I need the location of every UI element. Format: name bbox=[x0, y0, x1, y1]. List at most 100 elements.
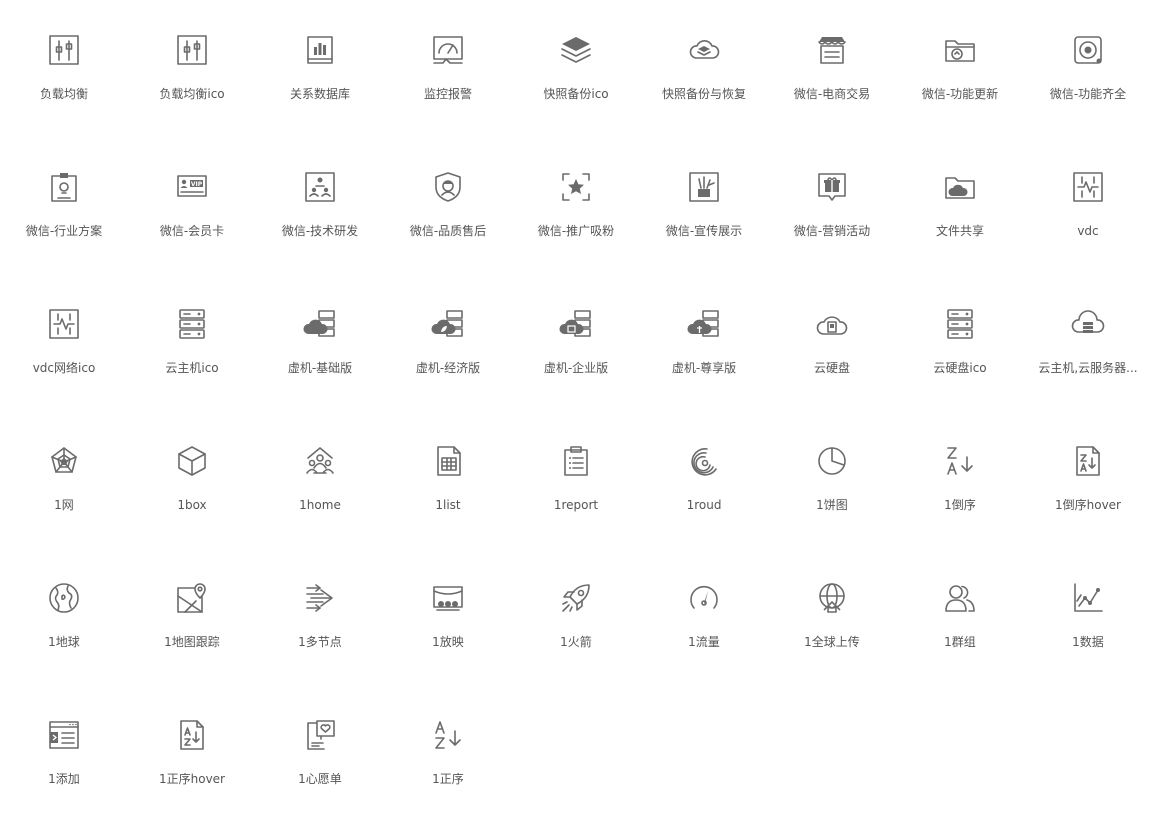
icon-tile[interactable]: 1添加 bbox=[0, 685, 128, 822]
icon-tile[interactable]: vdc bbox=[1024, 137, 1152, 274]
icon-tile[interactable]: 1地图跟踪 bbox=[128, 548, 256, 685]
icon-tile[interactable]: 1list bbox=[384, 411, 512, 548]
vip-card-icon: VIP bbox=[175, 170, 209, 204]
file-sort-za-icon bbox=[1071, 444, 1105, 478]
layers-icon bbox=[559, 33, 593, 67]
icon-tile[interactable]: 1home bbox=[256, 411, 384, 548]
cloud-chip-icon bbox=[815, 307, 849, 341]
icon-tile[interactable]: 1report bbox=[512, 411, 640, 548]
icon-label: 微信-电商交易 bbox=[793, 87, 871, 101]
icon-tile[interactable]: 负载均衡 bbox=[0, 0, 128, 137]
icon-label: 1home bbox=[299, 498, 341, 512]
icon-tile[interactable]: 微信-功能齐全 bbox=[1024, 0, 1152, 137]
sliders-icon bbox=[47, 33, 81, 67]
icon-label: 1添加 bbox=[48, 772, 80, 786]
icon-tile[interactable]: 1群组 bbox=[896, 548, 1024, 685]
icon-tile[interactable]: 文件共享 bbox=[896, 137, 1024, 274]
folder-cloud-icon bbox=[943, 170, 977, 204]
icon-label: 云硬盘ico bbox=[933, 361, 987, 375]
icon-tile[interactable]: 1倒序 bbox=[896, 411, 1024, 548]
database-book-icon bbox=[303, 33, 337, 67]
icon-label: 微信-技术研发 bbox=[281, 224, 359, 238]
map-pin-icon bbox=[175, 581, 209, 615]
icon-tile[interactable]: 微信-电商交易 bbox=[768, 0, 896, 137]
icon-tile[interactable]: 1地球 bbox=[0, 548, 128, 685]
radar-web-icon bbox=[47, 444, 81, 478]
icon-tile[interactable]: 监控报警 bbox=[384, 0, 512, 137]
icon-tile[interactable]: 1数据 bbox=[1024, 548, 1152, 685]
icon-label: 1倒序hover bbox=[1054, 498, 1121, 512]
icon-label: 1地图跟踪 bbox=[164, 635, 220, 649]
icon-tile[interactable]: 微信-功能更新 bbox=[896, 0, 1024, 137]
icon-label: 1正序hover bbox=[158, 772, 225, 786]
icon-tile[interactable]: VIP 微信-会员卡 bbox=[128, 137, 256, 274]
icon-tile[interactable]: 微信-品质售后 bbox=[384, 137, 512, 274]
icon-label: vdc网络ico bbox=[32, 361, 96, 375]
icon-label: 1多节点 bbox=[298, 635, 342, 649]
folder-sync-icon bbox=[943, 33, 977, 67]
icon-tile[interactable]: 虚机-经济版 bbox=[384, 274, 512, 411]
icon-tile[interactable]: 快照备份与恢复 bbox=[640, 0, 768, 137]
shield-user-icon bbox=[431, 170, 465, 204]
icon-label: 虚机-基础版 bbox=[287, 361, 353, 375]
gift-bubble-icon bbox=[815, 170, 849, 204]
icon-tile[interactable]: 云主机,云服务器... bbox=[1024, 274, 1152, 411]
focus-star-icon bbox=[559, 170, 593, 204]
icon-label: 微信-品质售后 bbox=[409, 224, 487, 238]
icon-label: 监控报警 bbox=[423, 87, 472, 101]
icon-label: 虚机-尊享版 bbox=[671, 361, 737, 375]
icon-label: 1report bbox=[553, 498, 599, 512]
icon-tile[interactable]: 微信-推广吸粉 bbox=[512, 137, 640, 274]
icon-tile[interactable]: 1饼图 bbox=[768, 411, 896, 548]
icon-label: vdc bbox=[1077, 224, 1099, 238]
icon-label: 1放映 bbox=[432, 635, 464, 649]
file-sort-az-icon bbox=[175, 718, 209, 752]
icon-tile[interactable]: 1正序hover bbox=[128, 685, 256, 822]
icon-tile[interactable]: 微信-营销活动 bbox=[768, 137, 896, 274]
icon-tile[interactable]: 云硬盘 bbox=[768, 274, 896, 411]
icon-label: 快照备份与恢复 bbox=[661, 87, 746, 101]
icon-tile[interactable]: 微信-行业方案 bbox=[0, 137, 128, 274]
icon-tile[interactable]: 1火箭 bbox=[512, 548, 640, 685]
icon-label: 云硬盘 bbox=[813, 361, 850, 375]
cloud-layers-icon bbox=[687, 33, 721, 67]
icon-label: 1list bbox=[435, 498, 461, 512]
icon-tile[interactable]: 1倒序hover bbox=[1024, 411, 1152, 548]
icon-tile[interactable]: 1网 bbox=[0, 411, 128, 548]
icon-tile[interactable]: 1心愿单 bbox=[256, 685, 384, 822]
icon-tile[interactable]: 1放映 bbox=[384, 548, 512, 685]
icon-tile[interactable]: 1多节点 bbox=[256, 548, 384, 685]
icon-tile[interactable]: 虚机-基础版 bbox=[256, 274, 384, 411]
icon-label: 1心愿单 bbox=[298, 772, 342, 786]
icon-tile[interactable]: 1box bbox=[128, 411, 256, 548]
icon-tile[interactable]: 虚机-企业版 bbox=[512, 274, 640, 411]
icon-tile[interactable]: 负载均衡ico bbox=[128, 0, 256, 137]
sliders-icon bbox=[175, 33, 209, 67]
spiral-icon bbox=[687, 444, 721, 478]
group-icon bbox=[943, 581, 977, 615]
clipboard-bulb-icon bbox=[47, 170, 81, 204]
icon-label: 云主机ico bbox=[165, 361, 219, 375]
icon-tile[interactable]: 虚机-尊享版 bbox=[640, 274, 768, 411]
icon-tile[interactable]: 关系数据库 bbox=[256, 0, 384, 137]
icon-tile[interactable]: vdc网络ico bbox=[0, 274, 128, 411]
icon-tile[interactable]: 1全球上传 bbox=[768, 548, 896, 685]
icon-tile[interactable]: 1roud bbox=[640, 411, 768, 548]
icon-tile[interactable]: 微信-技术研发 bbox=[256, 137, 384, 274]
icon-tile[interactable]: 云主机ico bbox=[128, 274, 256, 411]
icon-tile[interactable]: 1流量 bbox=[640, 548, 768, 685]
icon-tile[interactable]: 微信-宣传展示 bbox=[640, 137, 768, 274]
icon-label: 快照备份ico bbox=[543, 87, 609, 101]
safe-dial-icon bbox=[1071, 33, 1105, 67]
window-add-icon bbox=[47, 718, 81, 752]
display-sparkle-icon bbox=[687, 170, 721, 204]
network-board-icon bbox=[1071, 170, 1105, 204]
server-stack-icon bbox=[175, 307, 209, 341]
icon-label: 1倒序 bbox=[944, 498, 976, 512]
icon-label: 微信-功能更新 bbox=[921, 87, 999, 101]
icon-tile[interactable]: 1正序 bbox=[384, 685, 512, 822]
icon-tile[interactable]: 云硬盘ico bbox=[896, 274, 1024, 411]
icon-tile[interactable]: 快照备份ico bbox=[512, 0, 640, 137]
icon-label: 1全球上传 bbox=[804, 635, 860, 649]
rocket-icon bbox=[559, 581, 593, 615]
